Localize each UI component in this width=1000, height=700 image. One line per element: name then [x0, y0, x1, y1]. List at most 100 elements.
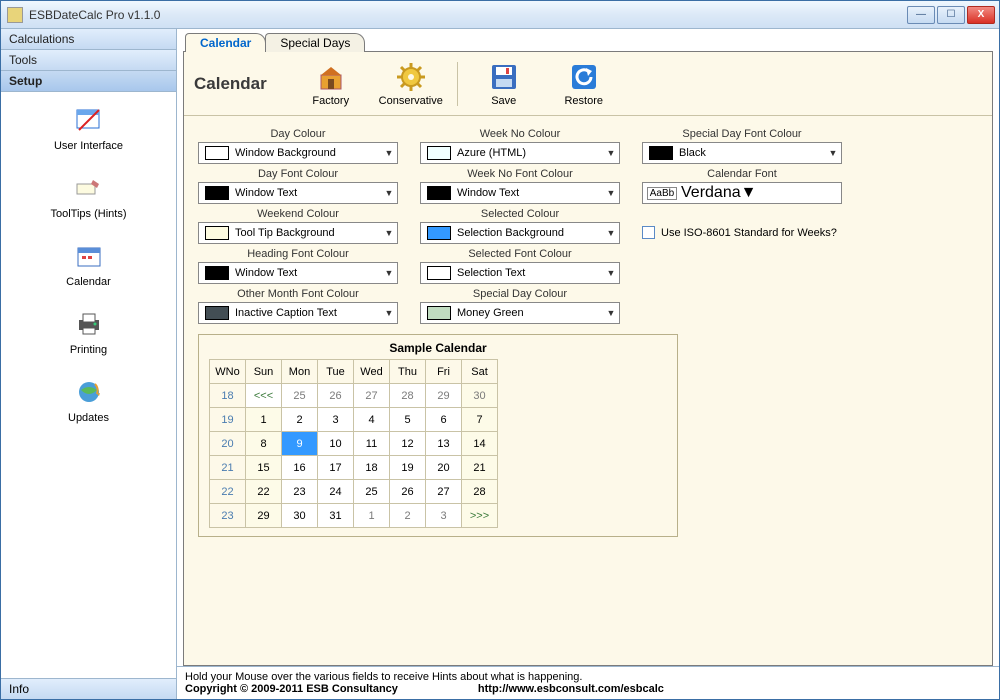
col1-colour-picker-2[interactable]: Tool Tip Background▼: [198, 222, 398, 244]
page-title: Calendar: [194, 74, 291, 94]
cal-day[interactable]: 25: [282, 384, 318, 408]
cal-day[interactable]: 20: [426, 456, 462, 480]
week-number: 21: [210, 456, 246, 480]
sidebar-item-label: ToolTips (Hints): [5, 208, 172, 220]
sidebar-item-updates[interactable]: Updates: [1, 370, 176, 438]
cal-day[interactable]: 3: [426, 504, 462, 528]
special-day-font-colour-picker[interactable]: Black ▼: [642, 142, 842, 164]
window-title: ESBDateCalc Pro v1.1.0: [29, 8, 907, 22]
cal-day[interactable]: 14: [462, 432, 498, 456]
week-number: 20: [210, 432, 246, 456]
statusbar: Hold your Mouse over the various fields …: [177, 666, 999, 699]
calendar-font-picker[interactable]: AaBb Verdana ▼: [642, 182, 842, 204]
cal-day[interactable]: 22: [246, 480, 282, 504]
cal-day[interactable]: 25: [354, 480, 390, 504]
sidebar-item-tooltips[interactable]: ToolTips (Hints): [1, 166, 176, 234]
sidebar: Calculations Tools Setup User Interface …: [1, 29, 177, 699]
col2-colour-picker-3[interactable]: Selection Text▼: [420, 262, 620, 284]
maximize-button[interactable]: ☐: [937, 6, 965, 24]
cal-header: Wed: [354, 360, 390, 384]
cal-day[interactable]: 16: [282, 456, 318, 480]
sidebar-item-label: User Interface: [5, 140, 172, 152]
cal-day[interactable]: 15: [246, 456, 282, 480]
sidebar-cat-info[interactable]: Info: [1, 678, 176, 699]
conservative-button[interactable]: Conservative: [371, 57, 451, 111]
sidebar-item-printing[interactable]: Printing: [1, 302, 176, 370]
minimize-button[interactable]: —: [907, 6, 935, 24]
cal-header: Fri: [426, 360, 462, 384]
col1-colour-picker-3[interactable]: Window Text▼: [198, 262, 398, 284]
tab-special-days[interactable]: Special Days: [265, 33, 365, 52]
cal-day[interactable]: 31: [318, 504, 354, 528]
url-link[interactable]: http://www.esbconsult.com/esbcalc: [478, 683, 664, 695]
cal-day[interactable]: 2: [390, 504, 426, 528]
chevron-down-icon: ▼: [603, 268, 619, 278]
cal-day[interactable]: 3: [318, 408, 354, 432]
cal-day[interactable]: 26: [318, 384, 354, 408]
col1-colour-picker-0[interactable]: Window Background▼: [198, 142, 398, 164]
colour-swatch: [205, 306, 229, 320]
cal-day[interactable]: 12: [390, 432, 426, 456]
close-button[interactable]: X: [967, 6, 995, 24]
cal-day[interactable]: 19: [390, 456, 426, 480]
toolbar: Calendar Factory Conservative Save: [184, 52, 992, 116]
cal-day[interactable]: 30: [462, 384, 498, 408]
sidebar-cat-setup[interactable]: Setup: [1, 71, 176, 92]
titlebar[interactable]: ESBDateCalc Pro v1.1.0 — ☐ X: [1, 1, 999, 29]
week-number: 23: [210, 504, 246, 528]
option-label: Day Colour: [198, 128, 398, 140]
chevron-down-icon: ▼: [381, 308, 397, 318]
cal-day[interactable]: 2: [282, 408, 318, 432]
cal-day[interactable]: 30: [282, 504, 318, 528]
cal-day[interactable]: 26: [390, 480, 426, 504]
cal-header: Mon: [282, 360, 318, 384]
cal-day[interactable]: 7: [462, 408, 498, 432]
cal-day[interactable]: 28: [390, 384, 426, 408]
col1-colour-picker-1[interactable]: Window Text▼: [198, 182, 398, 204]
option-label: Week No Font Colour: [420, 168, 620, 180]
colour-swatch: [427, 186, 451, 200]
sidebar-cat-tools[interactable]: Tools: [1, 50, 176, 71]
cal-day[interactable]: 8: [246, 432, 282, 456]
sidebar-item-user-interface[interactable]: User Interface: [1, 98, 176, 166]
cal-nav[interactable]: >>>: [462, 504, 498, 528]
tab-calendar[interactable]: Calendar: [185, 33, 266, 52]
col2-colour-picker-0[interactable]: Azure (HTML)▼: [420, 142, 620, 164]
cal-day[interactable]: 17: [318, 456, 354, 480]
cal-day[interactable]: 9: [282, 432, 318, 456]
col2-colour-picker-1[interactable]: Window Text▼: [420, 182, 620, 204]
cal-day[interactable]: 27: [354, 384, 390, 408]
cal-day[interactable]: 1: [354, 504, 390, 528]
col1-colour-picker-4[interactable]: Inactive Caption Text▼: [198, 302, 398, 324]
status-hint: Hold your Mouse over the various fields …: [185, 671, 991, 683]
factory-button[interactable]: Factory: [291, 57, 371, 111]
week-number: 18: [210, 384, 246, 408]
cal-day[interactable]: 29: [426, 384, 462, 408]
cal-day[interactable]: 6: [426, 408, 462, 432]
cal-day[interactable]: 4: [354, 408, 390, 432]
cal-day[interactable]: 11: [354, 432, 390, 456]
save-button[interactable]: Save: [464, 57, 544, 111]
col2-colour-picker-2[interactable]: Selection Background▼: [420, 222, 620, 244]
cal-day[interactable]: 27: [426, 480, 462, 504]
colour-name: Tool Tip Background: [235, 227, 381, 239]
font-preview: AaBb: [647, 187, 677, 200]
restore-button[interactable]: Restore: [544, 57, 624, 111]
cal-day[interactable]: 18: [354, 456, 390, 480]
cal-day[interactable]: 29: [246, 504, 282, 528]
cal-nav[interactable]: <<<: [246, 384, 282, 408]
col2-colour-picker-4[interactable]: Money Green▼: [420, 302, 620, 324]
sidebar-cat-calculations[interactable]: Calculations: [1, 29, 176, 50]
cal-day[interactable]: 21: [462, 456, 498, 480]
cal-day[interactable]: 24: [318, 480, 354, 504]
iso8601-checkbox[interactable]: Use ISO-8601 Standard for Weeks?: [642, 226, 842, 239]
sidebar-item-calendar[interactable]: Calendar: [1, 234, 176, 302]
cal-day[interactable]: 23: [282, 480, 318, 504]
cal-day[interactable]: 5: [390, 408, 426, 432]
cal-day[interactable]: 13: [426, 432, 462, 456]
cal-day[interactable]: 1: [246, 408, 282, 432]
cal-day[interactable]: 28: [462, 480, 498, 504]
cal-day[interactable]: 10: [318, 432, 354, 456]
checkbox-box: [642, 226, 655, 239]
colour-name: Selection Text: [457, 267, 603, 279]
